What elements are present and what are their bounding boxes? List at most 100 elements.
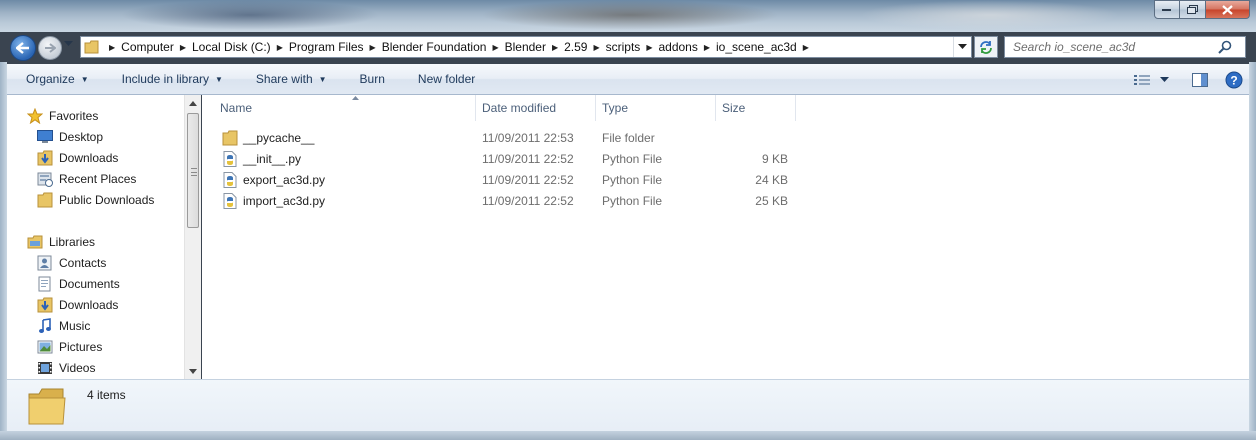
chevron-down-icon [64, 41, 73, 46]
view-options-dropdown[interactable] [1153, 65, 1175, 95]
scroll-up-button[interactable] [185, 95, 201, 111]
maximize-button[interactable] [1180, 0, 1206, 19]
table-row[interactable]: __pycache__ 11/09/2011 22:53 File folder [202, 127, 1002, 148]
share-with-menu[interactable]: Share with ▼ [237, 64, 341, 94]
date-modified-cell: 11/09/2011 22:52 [482, 151, 574, 166]
change-view-button[interactable] [1131, 65, 1153, 95]
back-arrow-icon [16, 42, 29, 54]
folder-icon [222, 130, 238, 146]
refresh-button[interactable] [974, 36, 998, 58]
title-background-decoration [480, 0, 780, 30]
date-modified-cell: 11/09/2011 22:53 [482, 130, 574, 145]
star-icon [27, 107, 43, 124]
navigation-bar: ▶ Computer ▶ Local Disk (C:) ▶ Program Fil… [0, 32, 1256, 62]
command-bar: Organize ▼ Include in library ▼ Share with… [7, 64, 1249, 95]
search-input[interactable] [1005, 40, 1215, 54]
libraries-group: Libraries Contacts Documents Downloads M… [7, 231, 187, 378]
breadcrumb-item[interactable]: Blender ▶ [505, 37, 565, 57]
address-folder-icon [81, 37, 103, 57]
preview-pane-button[interactable] [1185, 65, 1215, 95]
column-header-size[interactable]: Size [716, 95, 796, 121]
size-cell [722, 127, 788, 148]
scroll-down-button[interactable] [185, 363, 201, 379]
python-file-icon [222, 150, 238, 167]
details-view-icon [1134, 74, 1150, 85]
sidebar-item-documents[interactable]: Documents [7, 273, 187, 294]
sidebar-item-downloads[interactable]: Downloads [7, 147, 187, 168]
column-header-name[interactable]: Name [214, 95, 476, 121]
recent-pages-button[interactable] [64, 40, 76, 54]
date-modified-cell: 11/09/2011 22:52 [482, 193, 574, 208]
folder-icon [25, 384, 69, 428]
type-cell: File folder [602, 130, 655, 145]
chevron-down-icon: ▼ [318, 74, 327, 84]
address-history-dropdown[interactable] [953, 37, 971, 57]
sidebar-item-pictures[interactable]: Pictures [7, 336, 187, 357]
breadcrumb-item-current[interactable]: io_scene_ac3d ▶ [716, 37, 815, 57]
breadcrumb-item[interactable]: scripts ▶ [606, 37, 659, 57]
chevron-down-icon [1159, 76, 1169, 82]
minimize-button[interactable] [1154, 0, 1180, 19]
sidebar-item-desktop[interactable]: Desktop [7, 126, 187, 147]
desktop-icon [37, 129, 53, 145]
back-button[interactable] [10, 35, 36, 61]
python-file-icon [222, 192, 238, 209]
burn-button[interactable]: Burn [341, 64, 399, 94]
table-row[interactable]: import_ac3d.py 11/09/2011 22:52 Python F… [202, 190, 1002, 211]
chevron-down-icon: ▼ [80, 74, 89, 84]
table-row[interactable]: __init__.py 11/09/2011 22:52 Python File… [202, 148, 1002, 169]
recent-places-icon [37, 171, 53, 187]
title-background-decoration [120, 0, 380, 30]
date-modified-cell: 11/09/2011 22:52 [482, 172, 574, 187]
sidebar-item-libraries[interactable]: Libraries [7, 231, 187, 252]
sidebar-item-music[interactable]: Music [7, 315, 187, 336]
scrollbar-grip-icon [191, 168, 197, 176]
file-name-cell: export_ac3d.py [222, 169, 472, 190]
size-cell: 9 KB [761, 151, 788, 166]
column-header-date-modified[interactable]: Date modified [476, 95, 596, 121]
file-list-pane: Name Date modified Type Size __pycache__… [202, 95, 1249, 379]
type-cell: Python File [602, 151, 663, 166]
table-row[interactable]: export_ac3d.py 11/09/2011 22:52 Python F… [202, 169, 1002, 190]
forward-button[interactable] [38, 36, 62, 60]
breadcrumb-item[interactable]: addons ▶ [658, 37, 716, 57]
organize-menu[interactable]: Organize ▼ [7, 64, 103, 94]
search-box[interactable] [1004, 36, 1246, 58]
minimize-icon [1162, 8, 1171, 11]
sidebar-item-public-downloads[interactable]: Public Downloads [7, 189, 187, 210]
sidebar-item-recent-places[interactable]: Recent Places [7, 168, 187, 189]
navigation-pane-scrollbar[interactable] [184, 95, 201, 379]
breadcrumb-item[interactable]: Computer ▶ [121, 37, 192, 57]
videos-icon [37, 360, 53, 376]
refresh-icon [980, 41, 992, 54]
breadcrumb-item[interactable]: 2.59 ▶ [564, 37, 606, 57]
size-cell: 24 KB [755, 172, 788, 187]
forward-arrow-icon [45, 43, 56, 53]
sidebar-item-videos[interactable]: Videos [7, 357, 187, 378]
breadcrumb-item[interactable]: Program Files ▶ [289, 37, 382, 57]
breadcrumb-item[interactable]: Local Disk (C:) ▶ [192, 37, 289, 57]
close-button[interactable] [1206, 0, 1250, 19]
title-background-decoration [860, 0, 1120, 30]
breadcrumb-item[interactable]: Blender Foundation ▶ [382, 37, 505, 57]
sidebar-item-library-downloads[interactable]: Downloads [7, 294, 187, 315]
window-frame-right [1249, 62, 1256, 432]
chevron-up-icon [189, 100, 197, 106]
address-bar[interactable]: ▶ Computer ▶ Local Disk (C:) ▶ Program Fil… [80, 36, 972, 58]
window-frame-bottom [0, 431, 1256, 440]
python-file-icon [222, 171, 238, 188]
sidebar-item-favorites[interactable]: Favorites [7, 105, 187, 126]
scrollbar-thumb[interactable] [187, 113, 199, 228]
new-folder-button[interactable]: New folder [399, 64, 489, 94]
help-button[interactable]: ? [1219, 65, 1249, 95]
close-icon [1222, 4, 1233, 15]
include-in-library-menu[interactable]: Include in library ▼ [103, 64, 237, 94]
breadcrumb-separator-root[interactable]: ▶ [103, 37, 121, 57]
column-header-type[interactable]: Type [596, 95, 716, 121]
type-cell: Python File [602, 193, 663, 208]
size-cell: 25 KB [755, 193, 788, 208]
sidebar-item-contacts[interactable]: Contacts [7, 252, 187, 273]
music-icon [37, 317, 53, 334]
navigation-pane: Favorites Desktop Downloads Recent Place… [7, 95, 201, 379]
search-icon[interactable] [1215, 37, 1235, 57]
